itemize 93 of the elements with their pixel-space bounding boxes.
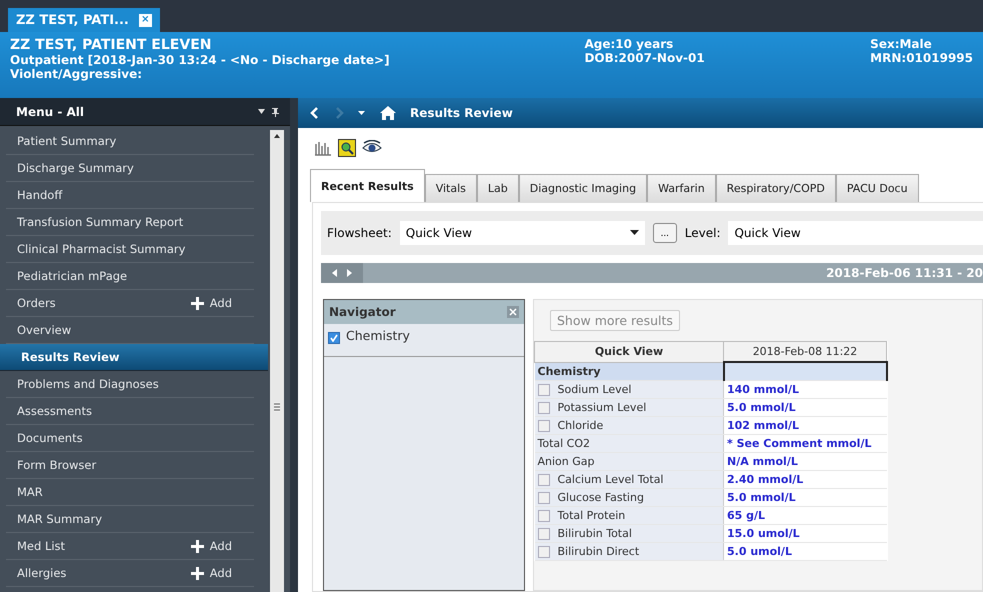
column-header: Quick View — [534, 342, 724, 362]
checkbox[interactable] — [538, 420, 550, 432]
result-value: 5.0 umol/L — [724, 542, 886, 560]
date-range: 2018-Feb-06 11:31 - 20 — [826, 266, 983, 280]
result-name: Total Protein — [558, 509, 626, 522]
menu-item[interactable]: Orders Add — [6, 290, 254, 317]
result-name: Potassium Level — [558, 401, 646, 414]
checkbox[interactable] — [328, 332, 340, 344]
result-value: 102 mmol/L — [724, 416, 886, 434]
tab[interactable]: Warfarin — [647, 174, 716, 202]
checkbox[interactable] — [538, 384, 550, 396]
checkbox[interactable] — [538, 474, 550, 486]
navigator-item[interactable]: Chemistry — [346, 328, 410, 343]
plus-icon — [190, 296, 204, 310]
result-name: Bilirubin Direct — [558, 545, 640, 558]
menu-item[interactable]: Med List Add — [6, 533, 254, 560]
mrn-text: MRN:01019995 — [870, 51, 973, 65]
result-value: N/A mmol/L — [724, 452, 886, 470]
menu-item[interactable]: Patient Summary — [6, 128, 254, 155]
menu-item[interactable]: Discharge Summary — [6, 155, 254, 182]
pin-icon[interactable] — [258, 106, 280, 116]
result-value: * See Comment mmol/L — [724, 434, 886, 452]
result-name: Anion Gap — [534, 452, 724, 470]
menu-item[interactable]: MAR Summary — [6, 506, 254, 533]
result-name: Chloride — [558, 419, 604, 432]
menu-item[interactable]: Handoff — [6, 182, 254, 209]
add-button[interactable]: Add — [190, 296, 232, 310]
menu-title: Menu - All — [16, 104, 84, 118]
plus-icon — [190, 540, 204, 552]
tab[interactable]: PACU Docu — [836, 174, 919, 202]
tab[interactable]: Vitals — [424, 174, 477, 202]
menu-item[interactable]: Assessments — [6, 398, 254, 425]
menu-item[interactable]: Allergies Add — [6, 560, 254, 587]
page-title: Results Review — [410, 106, 513, 120]
menu-item[interactable]: Form Browser — [6, 452, 254, 479]
previous-icon[interactable] — [332, 269, 338, 277]
checkbox[interactable] — [538, 546, 550, 558]
plus-icon — [190, 566, 204, 580]
menu-item[interactable]: Clinical Pharmacist Summary — [6, 236, 254, 263]
alert-text: Violent/Aggressive: — [10, 67, 144, 81]
magnifier-icon[interactable] — [338, 139, 356, 157]
tab[interactable]: Recent Results — [310, 169, 425, 202]
menu-item[interactable]: MAR — [6, 479, 254, 506]
chart-icon[interactable] — [314, 140, 332, 156]
result-value: 65 g/L — [724, 506, 886, 524]
back-icon[interactable] — [310, 107, 320, 119]
menu-item[interactable]: Transfusion Summary Report — [6, 209, 254, 236]
encounter-text: Outpatient [2018-Jan-30 13:24 - <No - Discharge date>] — [10, 53, 391, 67]
field-label: Level: — [684, 226, 720, 240]
next-icon[interactable] — [346, 269, 352, 277]
table-cell: Chemistry — [534, 362, 724, 380]
sex-text: Sex:Male — [870, 37, 933, 51]
result-name: Total CO2 — [534, 434, 724, 452]
dob-text: DOB:2007-Nov-01 — [584, 51, 706, 65]
close-icon[interactable] — [507, 306, 519, 318]
add-button[interactable]: Add — [190, 539, 232, 553]
menu-item[interactable]: Results Review — [0, 344, 268, 371]
result-value: 15.0 umol/L — [724, 524, 886, 542]
tab[interactable]: Lab — [476, 174, 519, 202]
patient-tab[interactable]: ZZ TEST, PATI... × — [8, 8, 160, 32]
level-dropdown[interactable]: Quick View — [728, 221, 983, 245]
result-value: 140 mmol/L — [724, 380, 886, 398]
result-name: Glucose Fasting — [558, 491, 644, 504]
menu-item[interactable]: Pediatrician mPage — [6, 263, 254, 290]
checkbox[interactable] — [538, 402, 550, 414]
flowsheet-dropdown[interactable]: Quick View — [400, 221, 645, 245]
scrollbar[interactable] — [270, 130, 284, 592]
checkbox[interactable] — [538, 492, 550, 504]
close-button[interactable]: × — [138, 14, 152, 26]
home-icon[interactable] — [380, 106, 396, 120]
add-button[interactable]: Add — [190, 566, 232, 580]
menu-item[interactable]: Problems and Diagnoses — [6, 371, 254, 398]
field-label: Flowsheet: — [327, 226, 392, 240]
selected-cell[interactable] — [724, 362, 886, 380]
age-text: Age:10 years — [584, 37, 674, 51]
scroll-grip-icon[interactable] — [273, 402, 281, 412]
navigator-title: Navigator — [329, 305, 396, 319]
result-name: Bilirubin Total — [558, 527, 632, 540]
result-value: 2.40 mmol/L — [724, 470, 886, 488]
tab[interactable]: Diagnostic Imaging — [518, 174, 648, 202]
result-name: Sodium Level — [558, 383, 632, 396]
checkbox[interactable] — [538, 510, 550, 522]
patient-name: ZZ TEST, PATIENT ELEVEN — [10, 37, 212, 53]
result-value: 5.0 mmol/L — [724, 488, 886, 506]
menu-item[interactable]: Documents — [6, 425, 254, 452]
dropdown-icon[interactable] — [358, 110, 366, 116]
checkbox[interactable] — [538, 528, 550, 540]
result-value: 5.0 mmol/L — [724, 398, 886, 416]
dropdown-icon[interactable] — [630, 230, 639, 236]
result-name: Calcium Level Total — [558, 473, 664, 486]
column-header: 2018-Feb-08 11:22 — [724, 342, 886, 362]
tab[interactable]: Respiratory/COPD — [716, 174, 836, 202]
browse-button[interactable]: ... — [652, 223, 677, 243]
